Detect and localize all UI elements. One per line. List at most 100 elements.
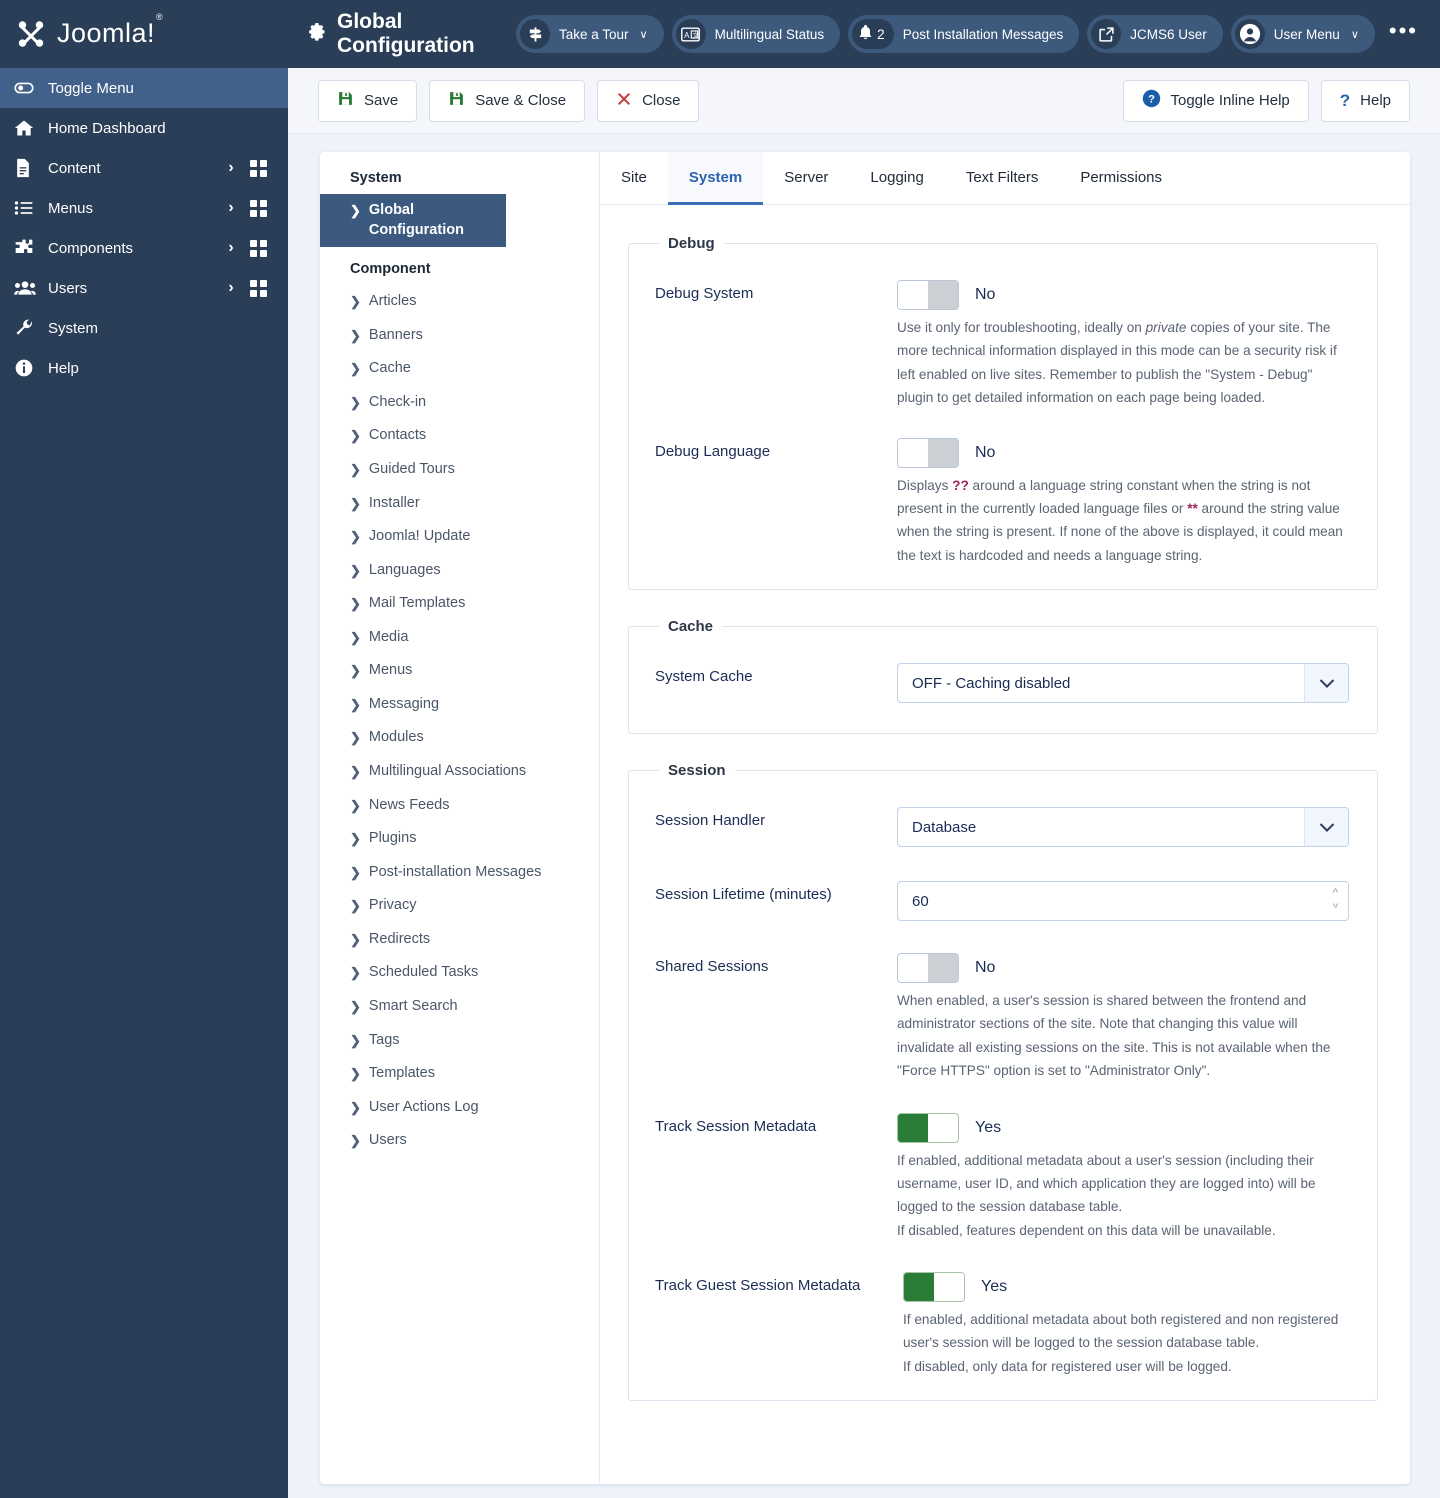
post-installation-messages-button[interactable]: 2 Post Installation Messages <box>848 15 1080 53</box>
user-menu-button[interactable]: User Menu ∨ <box>1230 15 1375 53</box>
side-panel-item-contacts[interactable]: ❯ Contacts <box>320 419 599 453</box>
chevron-right-icon: ❯ <box>350 730 361 746</box>
side-panel-item-modules[interactable]: ❯ Modules <box>320 721 599 755</box>
chevron-right-icon[interactable]: › <box>220 239 242 257</box>
chevron-down-icon: ∨ <box>1350 28 1359 41</box>
chevron-right-icon[interactable]: › <box>220 199 242 217</box>
sidebar-item-label: Toggle Menu <box>48 79 134 97</box>
debug-system-label: Debug System <box>655 285 754 302</box>
session-lifetime-label: Session Lifetime (minutes) <box>655 886 832 903</box>
side-panel-item-check-in[interactable]: ❯ Check-in <box>320 386 599 420</box>
track-session-metadata-toggle[interactable] <box>897 1112 959 1143</box>
tab-permissions[interactable]: Permissions <box>1059 152 1183 205</box>
sidebar-item-users[interactable]: Users › <box>0 268 288 308</box>
jcms6-user-button[interactable]: JCMS6 User <box>1087 15 1223 53</box>
save-label: Save <box>364 92 399 109</box>
menus-dashboard-grid-icon[interactable] <box>242 199 274 217</box>
side-panel-item-redirects[interactable]: ❯ Redirects <box>320 923 599 957</box>
side-panel-item-post-installation-messages[interactable]: ❯ Post-installation Messages <box>320 856 599 890</box>
brand-logo-area[interactable]: Joomla!® <box>0 0 288 68</box>
side-panel-item-label: Menus <box>368 662 413 679</box>
side-panel-item-privacy[interactable]: ❯ Privacy <box>320 889 599 923</box>
shared-sessions-value: No <box>975 959 996 976</box>
chevron-right-icon: ❯ <box>350 965 361 981</box>
side-panel-item-label: Plugins <box>368 830 417 847</box>
track-guest-session-metadata-toggle[interactable] <box>903 1272 965 1302</box>
tab-server[interactable]: Server <box>763 152 849 205</box>
sidebar-item-menus[interactable]: Menus › <box>0 188 288 228</box>
save-button[interactable]: Save <box>318 79 418 122</box>
side-panel-item-languages[interactable]: ❯ Languages <box>320 554 599 588</box>
side-panel-item-guided-tours[interactable]: ❯ Guided Tours <box>320 453 599 487</box>
session-handler-select[interactable]: Database <box>897 807 1349 847</box>
document-icon <box>14 158 40 178</box>
chevron-right-icon[interactable]: › <box>220 279 242 297</box>
side-panel-item-tags[interactable]: ❯ Tags <box>320 1024 599 1058</box>
side-panel-item-news-feeds[interactable]: ❯ News Feeds <box>320 789 599 823</box>
side-panel-item-label: Messaging <box>368 695 440 712</box>
side-panel-item-templates[interactable]: ❯ Templates <box>320 1057 599 1091</box>
tab-system[interactable]: System <box>667 152 764 205</box>
content-wrapper: System ❯ Global Configuration Component … <box>288 134 1440 1498</box>
side-panel-item-multilingual-associations[interactable]: ❯ Multilingual Associations <box>320 755 599 789</box>
users-dashboard-grid-icon[interactable] <box>242 279 274 297</box>
side-panel-component-heading: Component <box>350 261 431 278</box>
sidebar-item-label: Menus <box>48 199 94 217</box>
shared-sessions-label: Shared Sessions <box>655 958 769 975</box>
chevron-right-icon[interactable]: › <box>220 159 242 177</box>
system-cache-select[interactable]: OFF - Caching disabled <box>897 663 1349 703</box>
side-panel-item-banners[interactable]: ❯ Banners <box>320 319 599 353</box>
side-panel-item-menus[interactable]: ❯ Menus <box>320 654 599 688</box>
sidebar-item-help[interactable]: Help <box>0 348 288 388</box>
tab-text-filters[interactable]: Text Filters <box>945 152 1060 205</box>
side-panel-item-label: Post-installation Messages <box>368 863 542 880</box>
tab-site[interactable]: Site <box>600 152 668 205</box>
chevron-right-icon: ❯ <box>350 663 361 679</box>
side-panel-item-media[interactable]: ❯ Media <box>320 621 599 655</box>
shared-sessions-toggle[interactable] <box>897 953 959 983</box>
close-button[interactable]: Close <box>597 79 700 122</box>
side-panel-item-scheduled-tasks[interactable]: ❯ Scheduled Tasks <box>320 956 599 990</box>
side-panel-item-smart-search[interactable]: ❯ Smart Search <box>320 990 599 1024</box>
save-and-close-label: Save & Close <box>475 92 567 109</box>
side-panel-item-cache[interactable]: ❯ Cache <box>320 352 599 386</box>
side-panel-item-messaging[interactable]: ❯ Messaging <box>320 688 599 722</box>
debug-system-toggle[interactable] <box>897 280 959 310</box>
side-panel-item-plugins[interactable]: ❯ Plugins <box>320 822 599 856</box>
number-stepper-icon[interactable]: ^ ^ <box>1333 888 1338 910</box>
chevron-right-icon: ❯ <box>350 562 361 578</box>
side-panel-item-global-configuration[interactable]: ❯ Global Configuration <box>320 194 506 248</box>
toggle-inline-help-button[interactable]: ? Toggle Inline Help <box>1122 79 1309 122</box>
tab-logging[interactable]: Logging <box>849 152 944 205</box>
ellipsis-icon[interactable]: ••• <box>1383 20 1424 48</box>
help-button[interactable]: ? Help <box>1320 79 1410 122</box>
save-and-close-button[interactable]: Save & Close <box>429 79 586 122</box>
chevron-right-icon: ❯ <box>350 361 361 377</box>
sidebar-item-toggle-menu[interactable]: Toggle Menu <box>0 68 288 108</box>
side-panel-item-installer[interactable]: ❯ Installer <box>320 487 599 521</box>
side-panel-item-users[interactable]: ❯ Users <box>320 1124 599 1158</box>
multilingual-status-button[interactable]: A文 Multilingual Status <box>671 15 841 53</box>
side-panel-item-label: User Actions Log <box>368 1098 479 1115</box>
side-panel-item-label: Cache <box>368 360 411 377</box>
side-panel-item-joomla-update[interactable]: ❯ Joomla! Update <box>320 520 599 554</box>
sidebar-item-content[interactable]: Content › <box>0 148 288 188</box>
take-a-tour-button[interactable]: Take a Tour ∨ <box>516 15 664 53</box>
chevron-right-icon: ❯ <box>350 998 361 1014</box>
debug-language-toggle[interactable] <box>897 437 959 468</box>
chevron-right-icon: ❯ <box>350 1032 361 1048</box>
shared-sessions-control: No <box>897 953 1349 983</box>
sidebar-item-home-dashboard[interactable]: Home Dashboard <box>0 108 288 148</box>
session-lifetime-input[interactable]: 60 ^ ^ <box>897 881 1349 921</box>
gear-icon <box>304 20 326 48</box>
sidebar-item-components[interactable]: Components › <box>0 228 288 268</box>
side-panel-item-mail-templates[interactable]: ❯ Mail Templates <box>320 587 599 621</box>
track-guest-session-metadata-description-2: If disabled, only data for registered us… <box>903 1358 1232 1374</box>
side-panel-item-user-actions-log[interactable]: ❯ User Actions Log <box>320 1091 599 1125</box>
sidebar-item-system[interactable]: System <box>0 308 288 348</box>
content-dashboard-grid-icon[interactable] <box>242 159 274 177</box>
chevron-right-icon: ❯ <box>350 428 361 444</box>
components-dashboard-grid-icon[interactable] <box>242 239 274 257</box>
chevron-right-icon: ❯ <box>350 1099 361 1115</box>
side-panel-item-articles[interactable]: ❯ Articles <box>320 285 599 319</box>
